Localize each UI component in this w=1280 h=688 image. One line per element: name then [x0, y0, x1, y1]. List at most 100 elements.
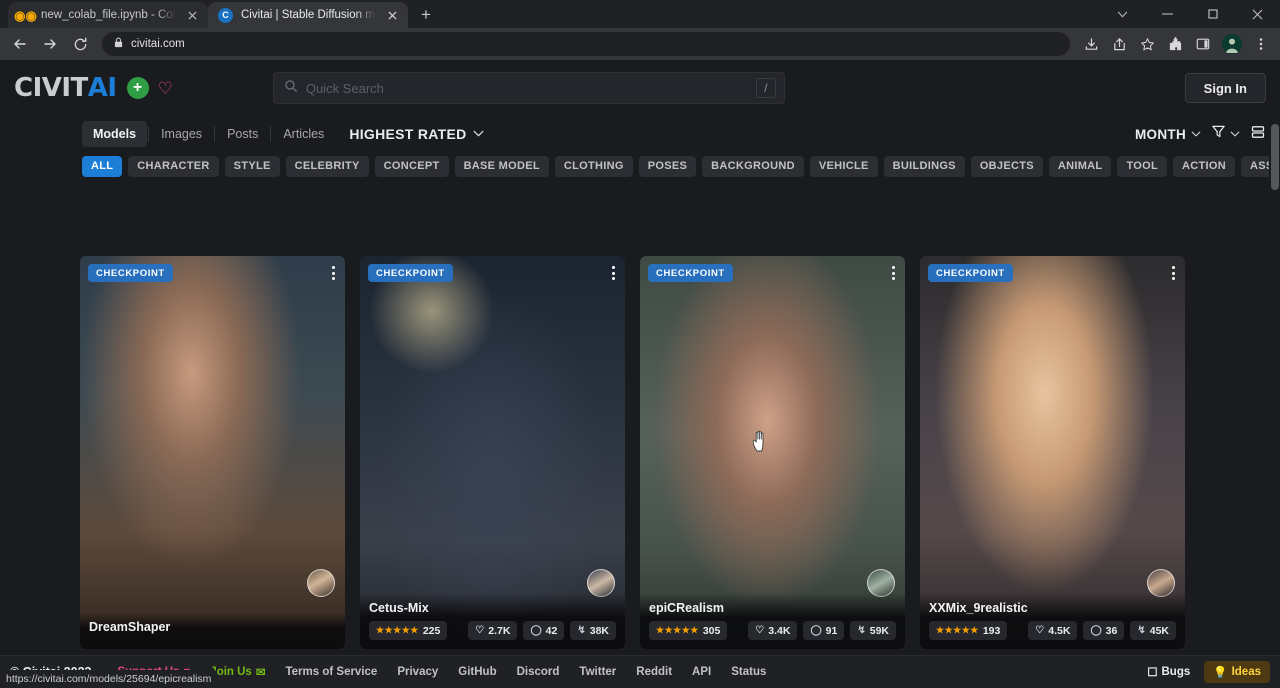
tab-search-icon[interactable]	[1100, 0, 1145, 28]
browser-toolbar: civitai.com	[0, 28, 1280, 60]
avatar[interactable]	[307, 569, 335, 597]
ideas-button[interactable]: 💡 Ideas	[1204, 661, 1270, 683]
footer-link-status[interactable]: Status	[731, 666, 766, 678]
comment-count: 42	[546, 625, 558, 637]
card-menu-icon[interactable]	[612, 266, 615, 280]
chip-celebrity[interactable]: CELEBRITY	[286, 156, 369, 177]
search-input[interactable]: Quick Search /	[273, 72, 785, 104]
side-panel-icon[interactable]	[1190, 31, 1216, 57]
tab-title: Civitai | Stable Diffusion models,	[241, 9, 376, 21]
period-value: MONTH	[1135, 127, 1186, 142]
model-card[interactable]: CHECKPOINT epiCRealism ★★★★★ 305 ♡ 3.4K	[640, 256, 905, 649]
scrollbar-thumb[interactable]	[1271, 124, 1279, 190]
model-card[interactable]: CHECKPOINT DreamShaper	[80, 256, 345, 649]
tab-articles[interactable]: Articles	[272, 121, 335, 147]
back-button[interactable]	[6, 30, 34, 58]
comment-icon: ◯	[530, 626, 541, 636]
logo-primary-text: CIVIT	[14, 73, 88, 103]
period-dropdown[interactable]: MONTH	[1135, 127, 1201, 142]
install-icon[interactable]	[1078, 31, 1104, 57]
model-preview-image	[360, 256, 625, 649]
chip-objects[interactable]: OBJECTS	[971, 156, 1043, 177]
comment-icon: ◯	[1090, 626, 1101, 636]
tab-models[interactable]: Models	[82, 121, 147, 147]
tab-posts[interactable]: Posts	[216, 121, 269, 147]
footer-link-join-us[interactable]: Join Us ✉	[210, 665, 265, 679]
card-menu-icon[interactable]	[892, 266, 895, 280]
card-menu-icon[interactable]	[332, 266, 335, 280]
bugs-button[interactable]: ☐ Bugs	[1139, 661, 1198, 683]
tab-images[interactable]: Images	[150, 121, 213, 147]
maximize-button[interactable]	[1190, 0, 1235, 28]
status-badge: CHECKPOINT	[368, 264, 453, 282]
civitai-logo[interactable]: CIVITAI	[14, 73, 117, 103]
extensions-puzzle-icon[interactable]	[1162, 31, 1188, 57]
heart-icon: ♡	[1035, 626, 1044, 636]
chip-base-model[interactable]: BASE MODEL	[455, 156, 549, 177]
chip-all[interactable]: ALL	[82, 156, 122, 177]
chip-character[interactable]: CHARACTER	[128, 156, 218, 177]
sign-in-button[interactable]: Sign In	[1185, 73, 1266, 103]
chip-buildings[interactable]: BUILDINGS	[884, 156, 965, 177]
rating-count: 193	[983, 625, 1001, 637]
like-stat: ♡ 2.7K	[468, 621, 517, 640]
close-window-button[interactable]	[1235, 0, 1280, 28]
download-stat: ↯ 38K	[570, 621, 616, 640]
search-container: Quick Search /	[273, 72, 785, 104]
chip-vehicle[interactable]: VEHICLE	[810, 156, 878, 177]
close-icon[interactable]	[184, 7, 200, 23]
browser-tab-civitai[interactable]: C Civitai | Stable Diffusion models,	[208, 2, 408, 28]
profile-avatar[interactable]	[1222, 34, 1242, 54]
card-menu-icon[interactable]	[1172, 266, 1175, 280]
model-card[interactable]: CHECKPOINT XXMix_9realistic ★★★★★ 193 ♡ …	[920, 256, 1185, 649]
bookmark-star-icon[interactable]	[1134, 31, 1160, 57]
download-icon: ↯	[577, 626, 585, 636]
footer-link-discord[interactable]: Discord	[517, 666, 560, 678]
forward-button[interactable]	[36, 30, 64, 58]
chip-action[interactable]: ACTION	[1173, 156, 1235, 177]
create-plus-icon[interactable]: +	[127, 77, 149, 99]
footer-link-terms[interactable]: Terms of Service	[285, 666, 377, 678]
footer-link-privacy[interactable]: Privacy	[397, 666, 438, 678]
ideas-label: Ideas	[1232, 666, 1261, 678]
footer-link-api[interactable]: API	[692, 666, 711, 678]
content-type-tabs: Models Images Posts Articles	[82, 121, 335, 147]
model-stats: ★★★★★ 193 ♡ 4.5K ◯ 36 ↯	[929, 621, 1176, 640]
comment-count: 36	[1106, 625, 1118, 637]
footer-link-github[interactable]: GitHub	[458, 666, 496, 678]
chip-clothing[interactable]: CLOTHING	[555, 156, 633, 177]
chip-tool[interactable]: TOOL	[1117, 156, 1167, 177]
bug-icon: ☐	[1147, 665, 1157, 679]
close-icon[interactable]	[384, 7, 400, 23]
chrome-menu-icon[interactable]	[1248, 31, 1274, 57]
new-tab-button[interactable]: +	[412, 2, 440, 28]
subnav-right-controls: MONTH	[1135, 124, 1266, 145]
page-scrollbar[interactable]: ▼	[1269, 120, 1280, 688]
chip-concept[interactable]: CONCEPT	[375, 156, 449, 177]
layout-toggle-button[interactable]	[1250, 124, 1266, 145]
sort-dropdown[interactable]: HIGHEST RATED	[349, 126, 483, 142]
heart-icon[interactable]: ♡	[158, 80, 173, 97]
category-chip-bar[interactable]: ALL CHARACTER STYLE CELEBRITY CONCEPT BA…	[0, 150, 1280, 182]
reload-button[interactable]	[66, 30, 94, 58]
minimize-button[interactable]	[1145, 0, 1190, 28]
window-controls	[1100, 0, 1280, 28]
lock-icon	[114, 37, 123, 51]
rating-stat: ★★★★★ 305	[649, 621, 727, 640]
share-icon[interactable]	[1106, 31, 1132, 57]
footer-link-twitter[interactable]: Twitter	[579, 666, 616, 678]
chip-animal[interactable]: ANIMAL	[1049, 156, 1112, 177]
divider	[148, 126, 149, 142]
browser-tab-colab[interactable]: ◉◉ new_colab_file.ipynb - Colaboratory	[8, 2, 208, 28]
rating-stat: ★★★★★ 225	[369, 621, 447, 640]
like-count: 2.7K	[488, 625, 510, 637]
model-preview-image	[80, 256, 345, 649]
model-card[interactable]: CHECKPOINT Cetus-Mix ★★★★★ 225 ♡ 2.7K	[360, 256, 625, 649]
address-bar[interactable]: civitai.com	[102, 32, 1070, 56]
chip-style[interactable]: STYLE	[225, 156, 280, 177]
search-shortcut-key: /	[756, 78, 776, 98]
chip-background[interactable]: BACKGROUND	[702, 156, 804, 177]
chip-poses[interactable]: POSES	[639, 156, 696, 177]
filter-button[interactable]	[1211, 124, 1240, 144]
footer-link-reddit[interactable]: Reddit	[636, 666, 672, 678]
